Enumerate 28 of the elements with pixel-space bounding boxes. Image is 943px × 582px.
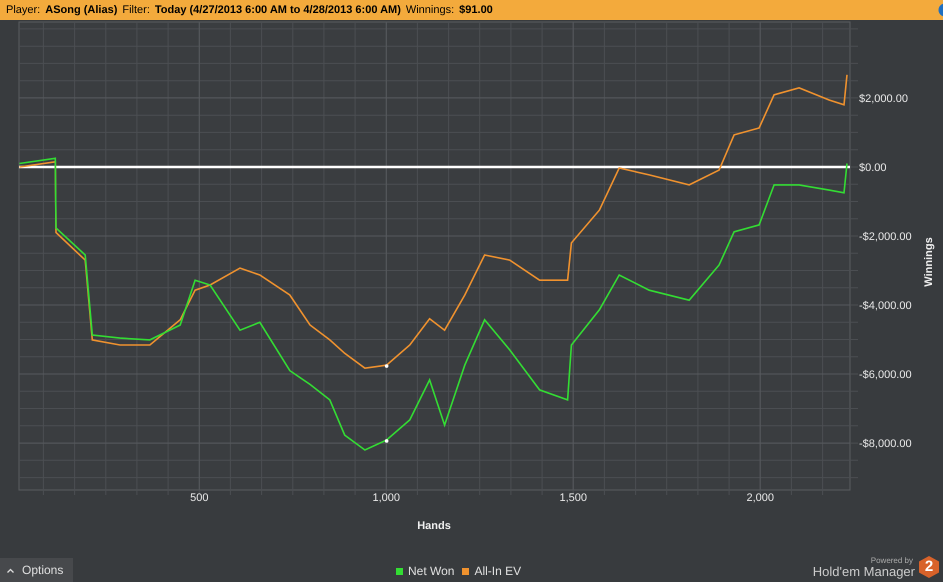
y-axis-title: Winnings — [923, 237, 935, 287]
x-tick-label: 500 — [190, 492, 208, 504]
y-tick-label: $2,000.00 — [859, 92, 908, 105]
y-tick-label: -$8,000.00 — [859, 438, 912, 450]
x-axis-title: Hands — [417, 520, 451, 532]
winnings-value: $91.00 — [459, 2, 493, 18]
legend-label: All-In EV — [474, 563, 522, 580]
x-tick-label: 2,000 — [746, 492, 774, 504]
logo-badge: 2 — [919, 556, 939, 578]
legend-label: Net Won — [408, 563, 454, 580]
y-tick-label: -$2,000.00 — [859, 230, 912, 243]
x-tick-label: 1,000 — [372, 492, 400, 504]
filter-value: Today (4/27/2013 6:00 AM to 4/28/2013 6:00 AM) — [154, 2, 401, 18]
caret-icon — [7, 568, 14, 572]
marker-dot — [384, 364, 388, 368]
product-name: Hold'em Manager — [812, 565, 915, 578]
filter-label: Filter: — [122, 2, 150, 18]
player-name: ASong (Alias) — [45, 2, 118, 18]
y-tick-label: -$4,000.00 — [859, 300, 912, 312]
help-icon[interactable] — [938, 3, 943, 17]
marker-dot — [384, 439, 388, 443]
player-label: Player: — [6, 2, 40, 18]
y-tick-label: -$6,000.00 — [859, 369, 912, 382]
y-tick-label: $0.00 — [859, 162, 887, 174]
winnings-label: Winnings: — [406, 2, 454, 18]
options-button[interactable]: Options — [0, 558, 73, 582]
x-tick-label: 1,500 — [559, 492, 588, 504]
powered-by-text: Powered by — [870, 557, 914, 565]
